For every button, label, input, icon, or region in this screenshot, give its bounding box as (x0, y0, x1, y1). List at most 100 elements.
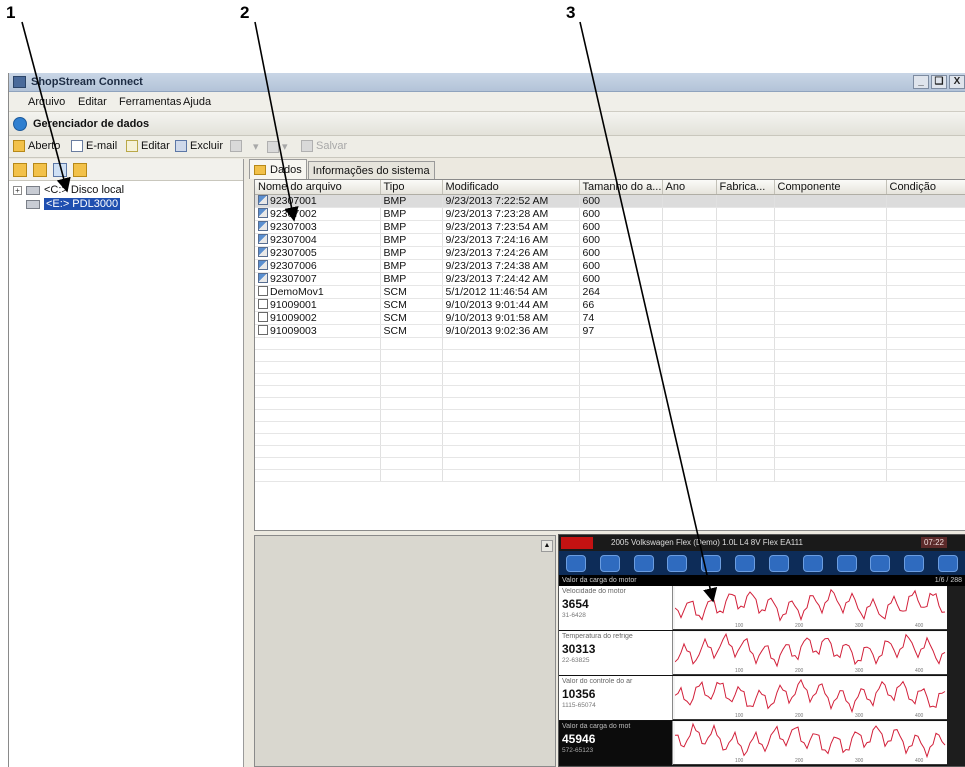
save-button[interactable]: Salvar (301, 140, 347, 152)
scanner-toolbar (559, 551, 965, 575)
table-row[interactable]: 91009002 SCM 9/10/2013 9:01:58 AM 74 (255, 311, 965, 325)
delete-button[interactable]: Excluir (175, 140, 223, 152)
cell-empty (255, 385, 381, 398)
cell-type: BMP (380, 272, 443, 286)
tree-item-c-drive[interactable]: + <C:> Disco local (13, 183, 124, 197)
save-icon (301, 140, 313, 152)
table-row[interactable]: 92307006 BMP 9/23/2013 7:24:38 AM 600 (255, 259, 965, 273)
graph-tick-label: 100 (735, 758, 744, 764)
up-folder-icon[interactable] (13, 163, 27, 177)
cell-name: 92307003 (255, 220, 381, 234)
cell-type: SCM (380, 285, 443, 299)
table-row[interactable]: 91009003 SCM 9/10/2013 9:02:36 AM 97 (255, 324, 965, 338)
menu-ferramentas[interactable]: Ferramentas (119, 96, 181, 108)
cell-size: 74 (579, 311, 663, 325)
edit-button[interactable]: Editar (126, 140, 170, 152)
cell-empty (716, 385, 775, 398)
menu-editar[interactable]: Editar (78, 96, 107, 108)
new-folder-icon[interactable] (33, 163, 47, 177)
section-title: Gerenciador de dados (33, 118, 150, 130)
cell-empty (716, 445, 775, 458)
back-icon (565, 554, 586, 572)
cell-name: 91009001 (255, 298, 381, 312)
export-icon (267, 140, 279, 153)
open-button[interactable]: Aberto (13, 140, 60, 152)
cell-empty (380, 433, 443, 446)
pid-range: 1115-65074 (562, 702, 596, 709)
title-bar[interactable]: ShopStream Connect _ ❑ X (9, 73, 965, 92)
pid-bar-label: Valor da carga do motor (562, 577, 637, 584)
scroll-up-button[interactable]: ▲ (541, 540, 553, 552)
pid-range: 31-6428 (562, 612, 586, 619)
cell-empty (716, 298, 775, 312)
file-name: 91009002 (270, 311, 317, 324)
column-header[interactable]: Nome do arquivo (255, 180, 381, 195)
cell-empty (380, 337, 443, 350)
cell-empty (774, 194, 887, 208)
column-header[interactable]: Tipo (380, 180, 443, 195)
column-header[interactable]: Componente (774, 180, 887, 195)
table-row[interactable]: 92307007 BMP 9/23/2013 7:24:42 AM 600 (255, 272, 965, 286)
copy-button[interactable] (230, 140, 242, 152)
graph-icon (735, 554, 756, 572)
table-row[interactable]: 91009001 SCM 9/10/2013 9:01:44 AM 66 (255, 298, 965, 312)
restore-button[interactable]: ❑ (931, 75, 947, 89)
empty-row (255, 349, 965, 362)
email-button[interactable]: E-mail (71, 140, 117, 152)
empty-row (255, 385, 965, 398)
table-header: Nome do arquivo Tipo Modificado Tamanho do … (255, 180, 965, 195)
empty-row (255, 457, 965, 470)
cell-empty (579, 385, 663, 398)
cell-empty (579, 373, 663, 386)
cell-name: 91009002 (255, 311, 381, 325)
image-file-icon (258, 259, 268, 270)
cell-type: SCM (380, 324, 443, 338)
table-row[interactable]: 92307001 BMP 9/23/2013 7:22:52 AM 600 (255, 194, 965, 208)
cell-size: 600 (579, 220, 663, 234)
tree-item-e-drive[interactable]: <E:> PDL3000 (13, 197, 124, 211)
export-dropdown[interactable]: ▾ (267, 140, 288, 153)
column-header[interactable]: Tamanho do a... (579, 180, 663, 195)
cell-size: 600 (579, 207, 663, 221)
cell-modified: 9/10/2013 9:01:44 AM (442, 298, 580, 312)
folder-options-icon[interactable] (73, 163, 87, 177)
expand-icon[interactable]: + (13, 185, 22, 195)
graph-tick-label: 200 (795, 758, 804, 764)
tab-label: Informações do sistema (312, 164, 430, 177)
table-row[interactable]: 92307005 BMP 9/23/2013 7:24:26 AM 600 (255, 246, 965, 260)
table-row[interactable]: 92307004 BMP 9/23/2013 7:24:16 AM 600 (255, 233, 965, 247)
move-dropdown[interactable]: ▾ (253, 140, 259, 153)
cell-modified: 9/10/2013 9:02:36 AM (442, 324, 580, 338)
cell-size: 97 (579, 324, 663, 338)
cell-empty (662, 457, 717, 470)
table-row[interactable]: 92307003 BMP 9/23/2013 7:23:54 AM 600 (255, 220, 965, 234)
table-row[interactable]: DemoMov1 SCM 5/1/2012 11:46:54 AM 264 (255, 285, 965, 299)
cell-empty (255, 337, 381, 350)
tab-system-info[interactable]: Informações do sistema (307, 161, 435, 179)
minimize-button[interactable]: _ (913, 75, 929, 89)
pid-text: Temperatura do refrige 30313 22-63825 (559, 631, 673, 675)
cell-modified: 9/23/2013 7:24:26 AM (442, 246, 580, 260)
column-header[interactable]: Fabrica... (716, 180, 775, 195)
menu-ajuda[interactable]: Ajuda (183, 96, 211, 108)
menu-arquivo[interactable]: Arquivo (28, 96, 65, 108)
cell-empty (774, 349, 887, 362)
column-header[interactable]: Condição (886, 180, 965, 195)
tab-dados[interactable]: Dados (249, 159, 307, 179)
check-icon (802, 554, 823, 572)
pid-range: 22-63825 (562, 657, 590, 664)
cell-empty (774, 272, 887, 286)
cell-empty (774, 373, 887, 386)
column-header[interactable]: Ano (662, 180, 717, 195)
pid-name: Temperatura do refrige (562, 633, 633, 640)
cell-empty (662, 445, 717, 458)
close-button[interactable]: X (949, 75, 965, 89)
cell-empty (774, 457, 887, 470)
empty-row (255, 445, 965, 458)
file-name: 92307007 (270, 272, 317, 285)
column-header[interactable]: Modificado (442, 180, 580, 195)
empty-row (255, 433, 965, 446)
cell-empty (380, 457, 443, 470)
refresh-icon[interactable] (53, 163, 67, 177)
table-row[interactable]: 92307002 BMP 9/23/2013 7:23:28 AM 600 (255, 207, 965, 221)
